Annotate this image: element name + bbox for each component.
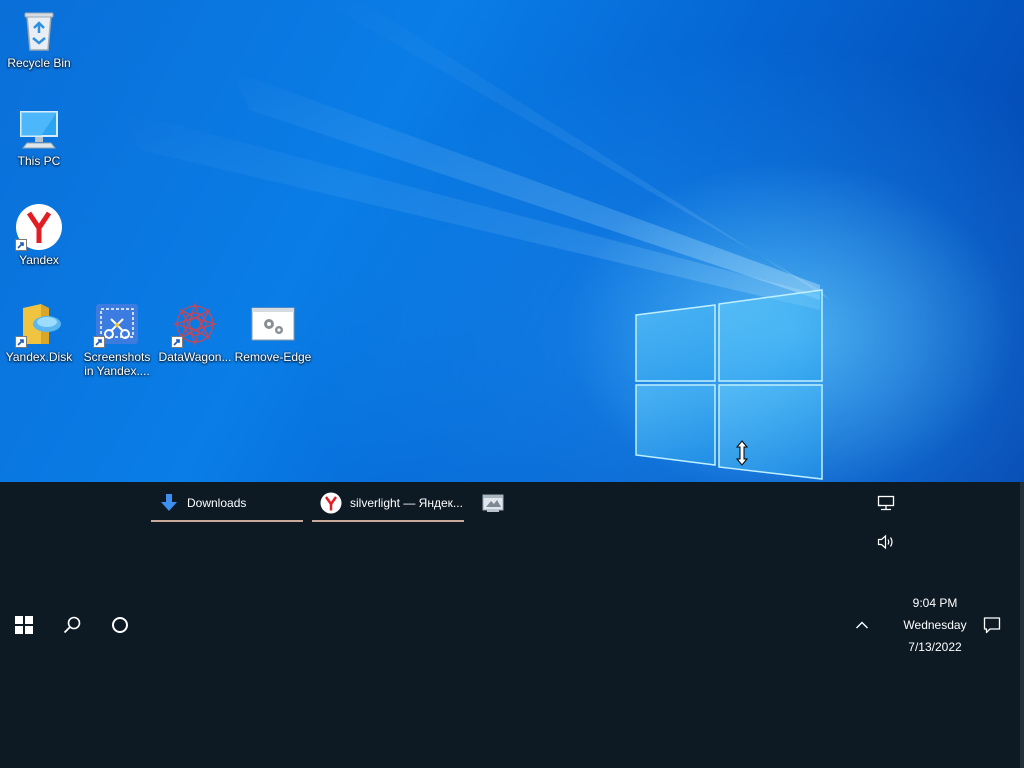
- desktop-wallpaper[interactable]: Recycle Bin This PC Yandex Yandex.Disk S…: [0, 0, 1024, 482]
- taskbar-clock[interactable]: 9:04 PM Wednesday 7/13/2022: [892, 592, 978, 658]
- app-window-icon: [482, 494, 504, 512]
- volume-icon: [877, 534, 893, 550]
- resize-cursor-icon: [736, 440, 748, 466]
- windows-wallpaper-logo: [635, 289, 823, 480]
- wallpaper-light-beams: [120, 0, 830, 310]
- download-arrow-icon: [161, 494, 177, 511]
- taskbar-item-label: Downloads: [187, 496, 247, 510]
- windows-start-icon: [15, 616, 33, 634]
- shortcut-arrow-icon: [15, 239, 27, 251]
- clock-date: 7/13/2022: [908, 640, 962, 654]
- network-tray-button[interactable]: [866, 488, 906, 518]
- desktop-icon-label: Screenshots in Yandex....: [83, 350, 151, 378]
- desktop-icon-yandex[interactable]: Yandex: [0, 203, 78, 267]
- clock-time: 9:04 PM: [912, 596, 958, 610]
- active-indicator: [151, 520, 303, 522]
- recycle-bin-icon: [15, 6, 63, 54]
- desktop-icon-label: This PC: [17, 154, 61, 168]
- shortcut-arrow-icon: [93, 336, 105, 348]
- desktop-icon-label: Yandex.Disk: [5, 350, 73, 364]
- desktop-icon-label: Remove-Edge: [234, 350, 312, 364]
- desktop-icon-remove-edge[interactable]: Remove-Edge: [234, 300, 312, 364]
- taskbar-item-app[interactable]: [474, 486, 512, 520]
- network-icon: [877, 495, 895, 511]
- show-hidden-icons-button[interactable]: [846, 608, 878, 642]
- yandex-disk-icon: [15, 300, 63, 348]
- screen: Recycle Bin This PC Yandex Yandex.Disk S…: [0, 0, 1024, 768]
- datawagon-icon: [171, 300, 219, 348]
- computer-icon: [15, 104, 63, 152]
- screenshots-icon: [93, 300, 141, 348]
- taskbar-item-yandex-browser[interactable]: silverlight — Яндек...: [312, 484, 464, 522]
- desktop-icon-datawagon[interactable]: DataWagon...: [156, 300, 234, 364]
- start-button[interactable]: [0, 602, 48, 648]
- clock-day: Wednesday: [903, 618, 967, 632]
- desktop-icon-label: DataWagon...: [158, 350, 232, 364]
- active-indicator: [312, 520, 464, 522]
- search-icon: [63, 616, 81, 634]
- action-center-button[interactable]: [976, 606, 1008, 644]
- taskbar-resize-edge[interactable]: [1020, 482, 1024, 768]
- notification-icon: [983, 617, 1001, 634]
- chevron-up-icon: [856, 621, 868, 629]
- taskbar-item-label: silverlight — Яндек...: [350, 496, 463, 510]
- cortana-icon: [112, 617, 128, 633]
- search-button[interactable]: [48, 602, 96, 648]
- desktop-icon-screenshots[interactable]: Screenshots in Yandex....: [78, 300, 156, 378]
- taskbar: Downloads silverlight — Яндек... 9:04 PM…: [0, 482, 1024, 768]
- desktop-icon-recycle-bin[interactable]: Recycle Bin: [0, 6, 78, 70]
- desktop-icon-label: Yandex: [19, 253, 59, 267]
- batch-file-icon: [249, 300, 297, 348]
- desktop-icon-yandex-disk[interactable]: Yandex.Disk: [0, 300, 78, 364]
- desktop-icon-label: Recycle Bin: [7, 56, 71, 70]
- cortana-button[interactable]: [96, 602, 144, 648]
- shortcut-arrow-icon: [171, 336, 183, 348]
- shortcut-arrow-icon: [15, 336, 27, 348]
- yandex-browser-icon: [15, 203, 63, 251]
- desktop-icon-this-pc[interactable]: This PC: [0, 104, 78, 168]
- volume-tray-button[interactable]: [866, 527, 906, 557]
- taskbar-item-downloads[interactable]: Downloads: [151, 484, 303, 522]
- yandex-browser-icon: [320, 492, 342, 514]
